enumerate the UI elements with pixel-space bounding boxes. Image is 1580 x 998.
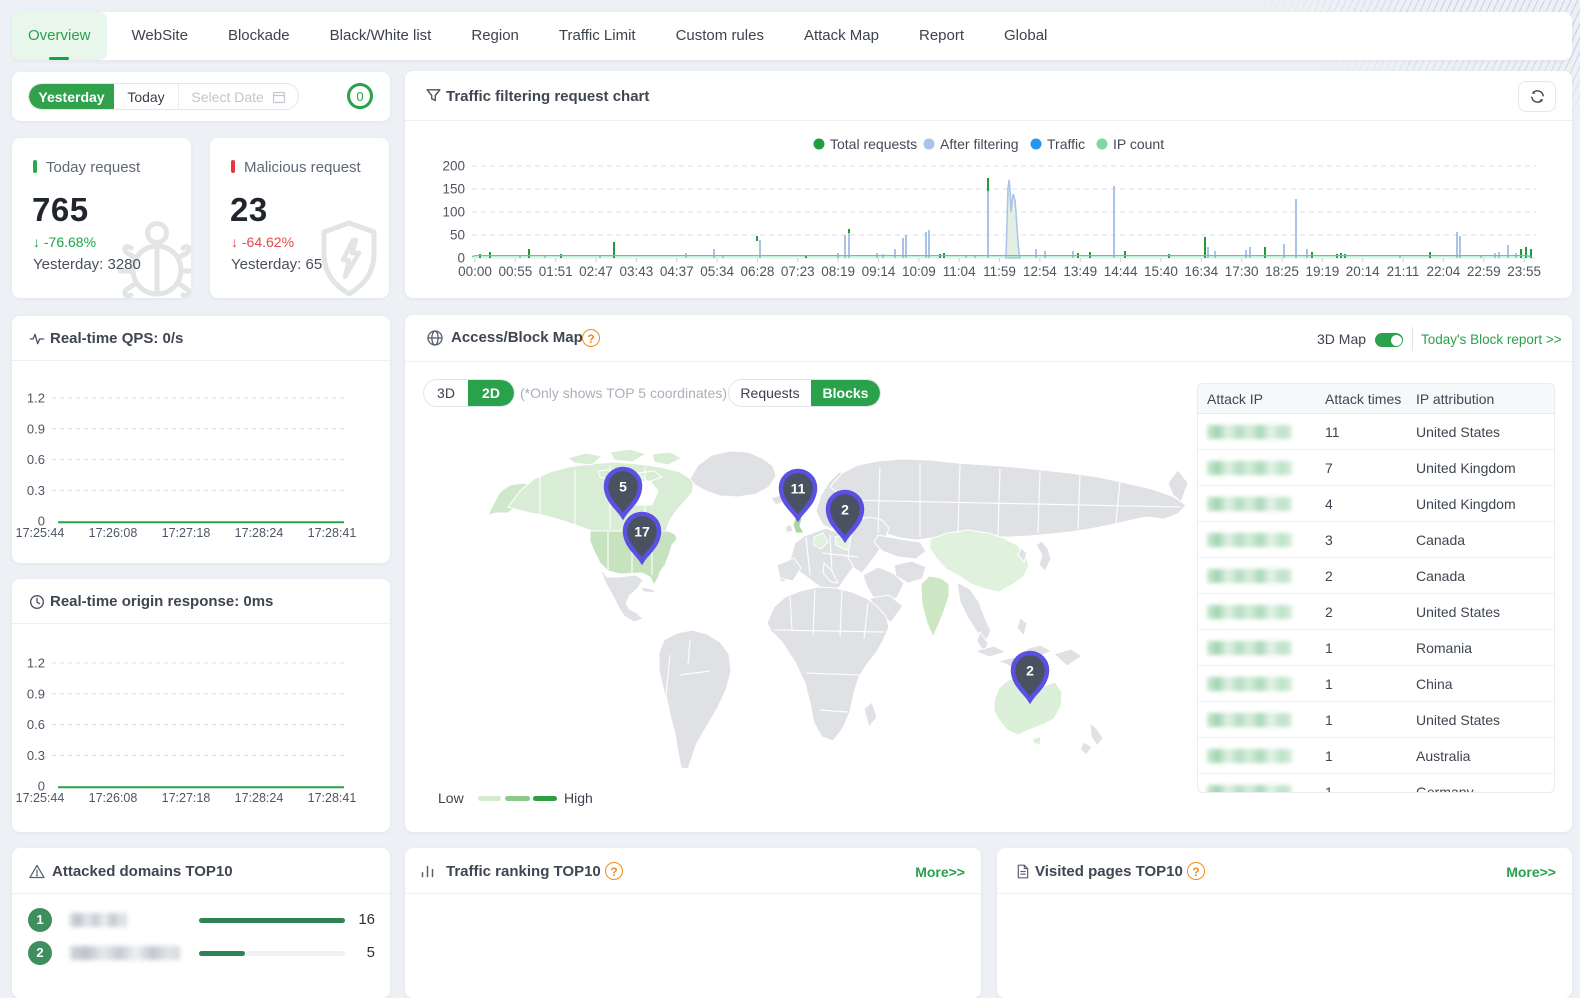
svg-text:100: 100 — [442, 205, 465, 220]
svg-text:11: 11 — [791, 481, 806, 497]
svg-text:200: 200 — [442, 159, 465, 174]
svg-text:IP count: IP count — [1113, 136, 1164, 152]
svg-text:0.9: 0.9 — [27, 686, 45, 701]
svg-text:11:59: 11:59 — [983, 264, 1016, 279]
svg-text:17:30: 17:30 — [1225, 264, 1259, 279]
svg-text:22:04: 22:04 — [1427, 264, 1461, 279]
svg-text:01:51: 01:51 — [539, 264, 573, 279]
svg-text:10:09: 10:09 — [902, 264, 936, 279]
svg-text:14:44: 14:44 — [1104, 264, 1138, 279]
svg-text:03:43: 03:43 — [620, 264, 654, 279]
svg-text:After filtering: After filtering — [940, 136, 1019, 152]
svg-text:05:34: 05:34 — [700, 264, 734, 279]
svg-text:0.6: 0.6 — [27, 717, 45, 732]
svg-text:13:49: 13:49 — [1063, 264, 1097, 279]
svg-text:150: 150 — [442, 182, 465, 197]
svg-text:22:59: 22:59 — [1467, 264, 1501, 279]
svg-text:Traffic: Traffic — [1047, 136, 1085, 152]
svg-text:17:25:44: 17:25:44 — [16, 526, 65, 540]
svg-text:00:55: 00:55 — [498, 264, 532, 279]
svg-text:16:34: 16:34 — [1184, 264, 1218, 279]
svg-text:23:55: 23:55 — [1507, 264, 1541, 279]
svg-text:17:26:08: 17:26:08 — [89, 526, 138, 540]
svg-text:1.2: 1.2 — [27, 656, 45, 671]
svg-text:Total requests: Total requests — [830, 136, 917, 152]
svg-text:17:25:44: 17:25:44 — [16, 791, 65, 805]
svg-text:19:19: 19:19 — [1305, 264, 1339, 279]
svg-text:17:27:18: 17:27:18 — [162, 791, 211, 805]
svg-text:15:40: 15:40 — [1144, 264, 1178, 279]
svg-text:06:28: 06:28 — [741, 264, 775, 279]
svg-text:00:00: 00:00 — [458, 264, 492, 279]
svg-text:0.9: 0.9 — [27, 421, 45, 436]
svg-text:17:28:24: 17:28:24 — [235, 526, 284, 540]
svg-text:2: 2 — [841, 502, 849, 518]
svg-text:17:28:41: 17:28:41 — [308, 526, 357, 540]
svg-text:5: 5 — [619, 479, 627, 495]
svg-text:0.6: 0.6 — [27, 452, 45, 467]
svg-text:50: 50 — [450, 228, 465, 243]
svg-text:08:19: 08:19 — [821, 264, 855, 279]
svg-text:17:28:24: 17:28:24 — [235, 791, 284, 805]
svg-text:21:11: 21:11 — [1387, 264, 1420, 279]
svg-text:20:14: 20:14 — [1346, 264, 1380, 279]
svg-text:18:25: 18:25 — [1265, 264, 1299, 279]
svg-text:09:14: 09:14 — [862, 264, 896, 279]
svg-text:17: 17 — [634, 524, 650, 540]
svg-text:17:27:18: 17:27:18 — [162, 526, 211, 540]
svg-text:1.2: 1.2 — [27, 391, 45, 406]
svg-text:02:47: 02:47 — [579, 264, 613, 279]
svg-text:12:54: 12:54 — [1023, 264, 1057, 279]
svg-text:17:26:08: 17:26:08 — [89, 791, 138, 805]
svg-text:17:28:41: 17:28:41 — [308, 791, 357, 805]
svg-text:2: 2 — [1026, 663, 1034, 679]
svg-text:04:37: 04:37 — [660, 264, 694, 279]
svg-text:07:23: 07:23 — [781, 264, 815, 279]
svg-text:11:04: 11:04 — [943, 264, 976, 279]
svg-text:0.3: 0.3 — [27, 748, 45, 763]
svg-text:0.3: 0.3 — [27, 483, 45, 498]
